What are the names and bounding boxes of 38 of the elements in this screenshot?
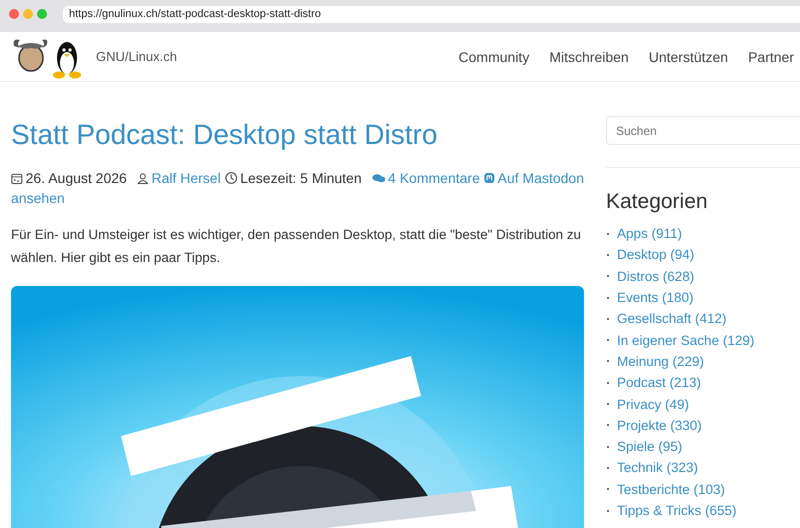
- category-link[interactable]: Podcast (213): [617, 375, 702, 390]
- address-bar[interactable]: https://gnulinux.ch/statt-podcast-desktop-statt-distro: [63, 6, 800, 22]
- clock-icon: [224, 171, 238, 185]
- category-link[interactable]: Gesellschaft (412): [617, 311, 727, 326]
- comments-link[interactable]: 4 Kommentare: [388, 170, 480, 186]
- category-link[interactable]: Desktop (94): [617, 247, 694, 262]
- category-link[interactable]: Technik (323): [617, 460, 698, 476]
- maximize-window-icon[interactable]: [37, 9, 47, 19]
- nav-link[interactable]: Unterstützen: [648, 48, 728, 64]
- category-link[interactable]: Privacy (49): [617, 396, 690, 412]
- article-title[interactable]: Statt Podcast: Desktop statt Distro: [11, 118, 584, 152]
- minimize-window-icon[interactable]: [23, 9, 33, 19]
- category-link[interactable]: Spiele (95): [617, 439, 682, 454]
- category-link[interactable]: In eigener Sache (129): [617, 332, 754, 348]
- category-link[interactable]: Events (180): [617, 290, 694, 306]
- category-link[interactable]: Projekte (330): [617, 418, 702, 433]
- category-link[interactable]: Testberichte (103): [617, 482, 726, 497]
- mastodon-link[interactable]: ansehen: [11, 190, 65, 206]
- close-window-icon[interactable]: [9, 9, 19, 19]
- sidebar-heading: Kategorien: [606, 190, 709, 214]
- publish-date: 26. August 2026: [26, 170, 127, 186]
- speech-bubbles-icon: [372, 172, 386, 184]
- calendar-icon: [11, 172, 23, 184]
- category-link[interactable]: Apps (911): [617, 226, 682, 242]
- site-name[interactable]: GNU/Linux.ch: [96, 49, 177, 64]
- author-link[interactable]: Ralf Hersel: [151, 170, 221, 186]
- search-field[interactable]: Suchen: [606, 116, 800, 145]
- article-lead: Für Ein- und Umsteiger ist es wichtiger, den passenden Desktop, statt die "beste" Distribution zu wählen. Hier gibt es ein paar Tipps.: [11, 226, 582, 267]
- mastodon-link[interactable]: Auf Mastodon: [498, 170, 584, 186]
- person-icon: [136, 172, 148, 184]
- category-link[interactable]: Tipps & Tricks (655): [617, 503, 737, 518]
- category-link[interactable]: Meinung (229): [617, 354, 704, 369]
- nav-link[interactable]: Mitschreiben: [549, 48, 629, 64]
- nav-link[interactable]: Partner: [748, 48, 794, 64]
- reading-time: Lesezeit: 5 Minuten: [240, 170, 362, 186]
- mastodon-icon: [484, 172, 495, 184]
- nav-link[interactable]: Community: [458, 48, 530, 64]
- category-link[interactable]: Distros (628): [617, 268, 694, 284]
